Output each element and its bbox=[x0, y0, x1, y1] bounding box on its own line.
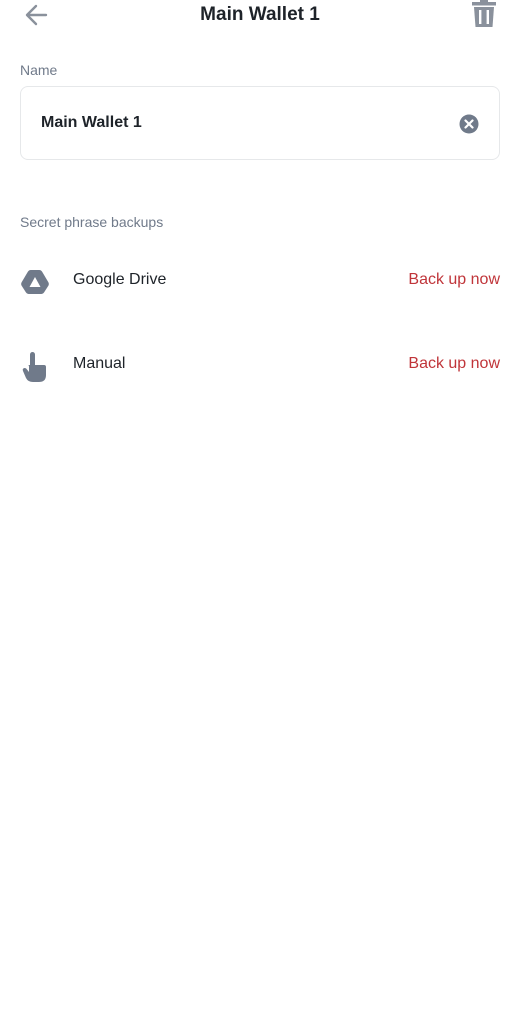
clear-name-button[interactable] bbox=[459, 114, 479, 134]
clear-circle-icon bbox=[459, 114, 479, 134]
manual-backup-button[interactable]: Back up now bbox=[408, 355, 500, 373]
wallet-name-input[interactable] bbox=[41, 87, 441, 159]
name-field-container bbox=[20, 86, 500, 160]
delete-button[interactable] bbox=[470, 0, 498, 28]
google-drive-backup-button[interactable]: Back up now bbox=[408, 271, 500, 289]
trash-icon bbox=[472, 0, 496, 27]
header: Main Wallet 1 bbox=[0, 0, 520, 34]
backup-row-manual[interactable]: Manual Back up now bbox=[20, 345, 500, 385]
backups-section-label: Secret phrase backups bbox=[20, 214, 164, 230]
backup-label-google-drive: Google Drive bbox=[73, 271, 167, 288]
backup-label-manual: Manual bbox=[73, 355, 126, 372]
name-label: Name bbox=[20, 62, 58, 78]
backup-row-google-drive[interactable]: Google Drive Back up now bbox=[20, 261, 500, 301]
hand-pointer-icon bbox=[20, 351, 50, 382]
google-drive-icon bbox=[20, 267, 50, 295]
page-title: Main Wallet 1 bbox=[200, 4, 320, 25]
wallet-settings-screen: Main Wallet 1 Name Secret phrase backups bbox=[0, 0, 520, 1024]
